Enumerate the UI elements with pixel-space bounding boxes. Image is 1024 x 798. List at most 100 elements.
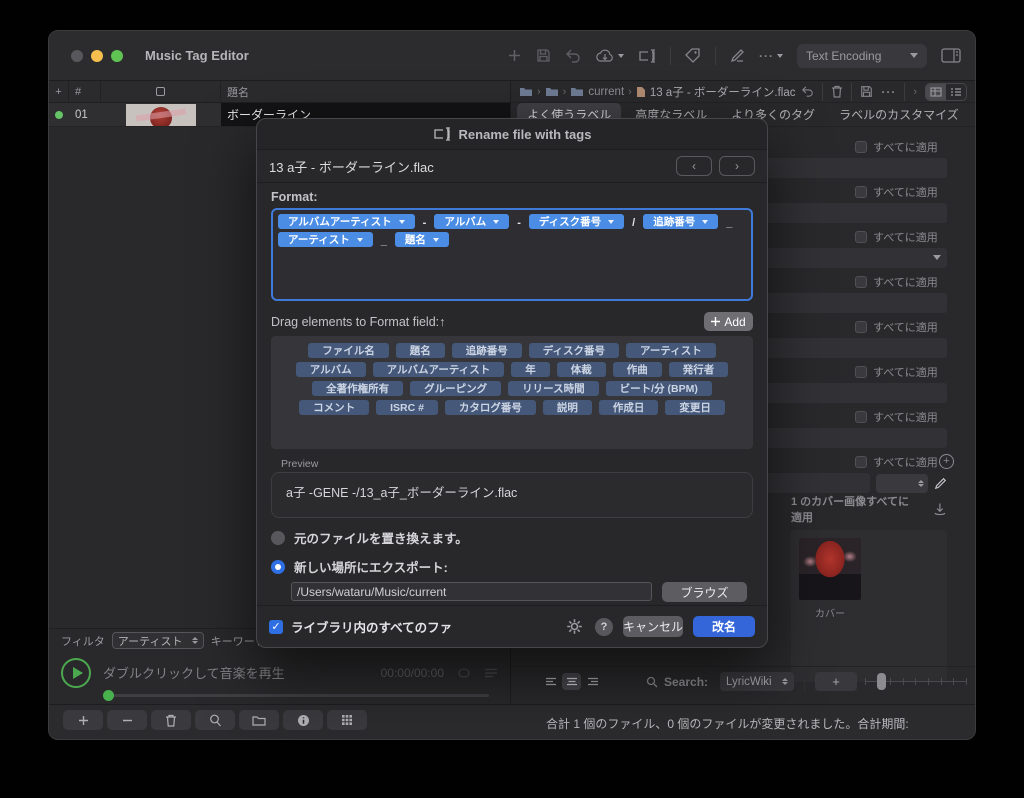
- remove-file-button[interactable]: [107, 710, 147, 730]
- add-element-button[interactable]: Add: [704, 312, 753, 331]
- cover-art-image[interactable]: [799, 538, 861, 600]
- element-chip[interactable]: カタログ番号: [445, 400, 536, 415]
- apply-all-control[interactable]: すべてに適用 +: [855, 319, 938, 335]
- play-button[interactable]: [61, 658, 91, 688]
- format-token[interactable]: -: [423, 214, 427, 229]
- element-chip[interactable]: アーティスト: [626, 343, 716, 358]
- align-left-button[interactable]: [541, 673, 560, 690]
- tab[interactable]: ラベルのカスタマイズ: [829, 103, 969, 126]
- format-token[interactable]: アルバム: [434, 214, 509, 229]
- cover-box[interactable]: カバー: [791, 530, 947, 682]
- info-button[interactable]: [283, 710, 323, 730]
- format-token[interactable]: /: [632, 214, 635, 229]
- search-files-button[interactable]: [195, 710, 235, 730]
- library-checkbox[interactable]: ✓: [269, 620, 283, 634]
- element-chip[interactable]: リリース時間: [508, 381, 598, 396]
- element-chip[interactable]: 説明: [543, 400, 592, 415]
- apply-all-checkbox[interactable]: [855, 186, 867, 198]
- element-chip[interactable]: グルーピング: [410, 381, 501, 396]
- element-chip[interactable]: 追跡番号: [452, 343, 522, 358]
- element-chip[interactable]: アルバムアーティスト: [373, 362, 505, 377]
- column-number[interactable]: #: [69, 81, 101, 102]
- zoom-window-button[interactable]: [111, 50, 123, 62]
- tag-button[interactable]: [685, 48, 701, 63]
- undo-button[interactable]: [565, 49, 581, 63]
- forward-button[interactable]: ›: [913, 86, 917, 98]
- format-field[interactable]: アルバムアーティスト-アルバム-ディスク番号/追跡番号_アーティスト_題名: [271, 208, 753, 301]
- breadcrumb-folder[interactable]: current: [588, 86, 624, 98]
- close-window-button[interactable]: [71, 50, 83, 62]
- element-chip[interactable]: 変更日: [665, 400, 725, 415]
- table-view-button[interactable]: [926, 84, 946, 100]
- apply-all-checkbox[interactable]: [855, 231, 867, 243]
- element-chip[interactable]: 作成日: [599, 400, 659, 415]
- replace-radio[interactable]: [271, 531, 285, 545]
- rename-button[interactable]: [638, 49, 656, 63]
- sidebar-toggle-button[interactable]: [941, 48, 961, 63]
- text-encoding-select[interactable]: Text Encoding: [797, 44, 927, 68]
- apply-all-control[interactable]: すべてに適用 +: [855, 274, 938, 290]
- element-chip[interactable]: ビート/分 (BPM): [606, 381, 712, 396]
- save-icon[interactable]: [860, 85, 873, 98]
- element-chip[interactable]: ISRC #: [376, 400, 438, 415]
- format-token[interactable]: 追跡番号: [643, 214, 718, 229]
- grid-view-button[interactable]: [327, 710, 367, 730]
- element-chip[interactable]: ファイル名: [308, 343, 389, 358]
- element-chip[interactable]: 発行者: [669, 362, 729, 377]
- trash-icon[interactable]: [831, 85, 843, 98]
- format-token[interactable]: アーティスト: [278, 232, 373, 247]
- minimize-window-button[interactable]: [91, 50, 103, 62]
- rename-confirm-button[interactable]: 改名: [693, 616, 755, 637]
- list-view-button[interactable]: [946, 84, 966, 100]
- export-radio[interactable]: [271, 560, 285, 574]
- apply-all-checkbox[interactable]: [855, 276, 867, 288]
- apply-all-checkbox[interactable]: [855, 366, 867, 378]
- element-chip[interactable]: 体裁: [557, 362, 606, 377]
- ellipsis-icon[interactable]: ···: [881, 85, 896, 99]
- element-chip[interactable]: ディスク番号: [529, 343, 619, 358]
- seek-knob[interactable]: [103, 690, 114, 701]
- gear-icon[interactable]: [566, 618, 583, 635]
- align-center-button[interactable]: [562, 673, 581, 690]
- format-token[interactable]: ディスク番号: [529, 214, 624, 229]
- more-button[interactable]: ···: [759, 49, 783, 63]
- format-token[interactable]: _: [381, 232, 387, 247]
- cancel-button[interactable]: キャンセル: [623, 616, 683, 637]
- undo-icon[interactable]: [801, 86, 814, 97]
- zoom-knob[interactable]: [877, 673, 886, 690]
- column-title[interactable]: 題名: [221, 81, 510, 102]
- next-file-button[interactable]: ›: [719, 156, 755, 176]
- element-chip[interactable]: 作曲: [613, 362, 662, 377]
- apply-all-control[interactable]: すべてに適用 +: [855, 139, 938, 155]
- align-right-button[interactable]: [583, 673, 602, 690]
- add-cover-button[interactable]: +: [815, 672, 857, 691]
- column-add[interactable]: +: [49, 81, 69, 102]
- browse-button[interactable]: ブラウズ: [662, 582, 747, 602]
- apply-all-checkbox[interactable]: [855, 456, 867, 468]
- export-path-input[interactable]: [291, 582, 652, 601]
- cloud-download-button[interactable]: [595, 49, 624, 63]
- previous-file-button[interactable]: ‹: [676, 156, 712, 176]
- replace-option[interactable]: 元のファイルを置き換えます。: [271, 528, 753, 547]
- edit-ownership-icon[interactable]: [934, 477, 947, 490]
- export-option[interactable]: 新しい場所にエクスポート:: [271, 557, 753, 576]
- format-token[interactable]: アルバムアーティスト: [278, 214, 415, 229]
- element-chip[interactable]: 題名: [396, 343, 445, 358]
- help-button[interactable]: ?: [595, 618, 613, 636]
- apply-all-checkbox[interactable]: [855, 411, 867, 423]
- seek-slider[interactable]: [103, 694, 489, 697]
- add-file-button[interactable]: [63, 710, 103, 730]
- add-button[interactable]: [507, 48, 522, 63]
- apply-all-checkbox[interactable]: [855, 141, 867, 153]
- apply-all-control[interactable]: すべてに適用 +: [855, 454, 938, 470]
- apply-all-checkbox[interactable]: [855, 321, 867, 333]
- breadcrumb-file[interactable]: 13 a子 - ボーダーライン.flac: [650, 84, 796, 100]
- apply-all-control[interactable]: すべてに適用 +: [855, 184, 938, 200]
- save-button[interactable]: [536, 48, 551, 63]
- apply-all-control[interactable]: すべてに適用 +: [855, 409, 938, 425]
- column-artwork[interactable]: [101, 81, 221, 102]
- format-token[interactable]: -: [517, 214, 521, 229]
- format-token[interactable]: 題名: [395, 232, 449, 247]
- ownership-select[interactable]: [876, 474, 928, 493]
- apply-all-control[interactable]: すべてに適用 +: [855, 229, 938, 245]
